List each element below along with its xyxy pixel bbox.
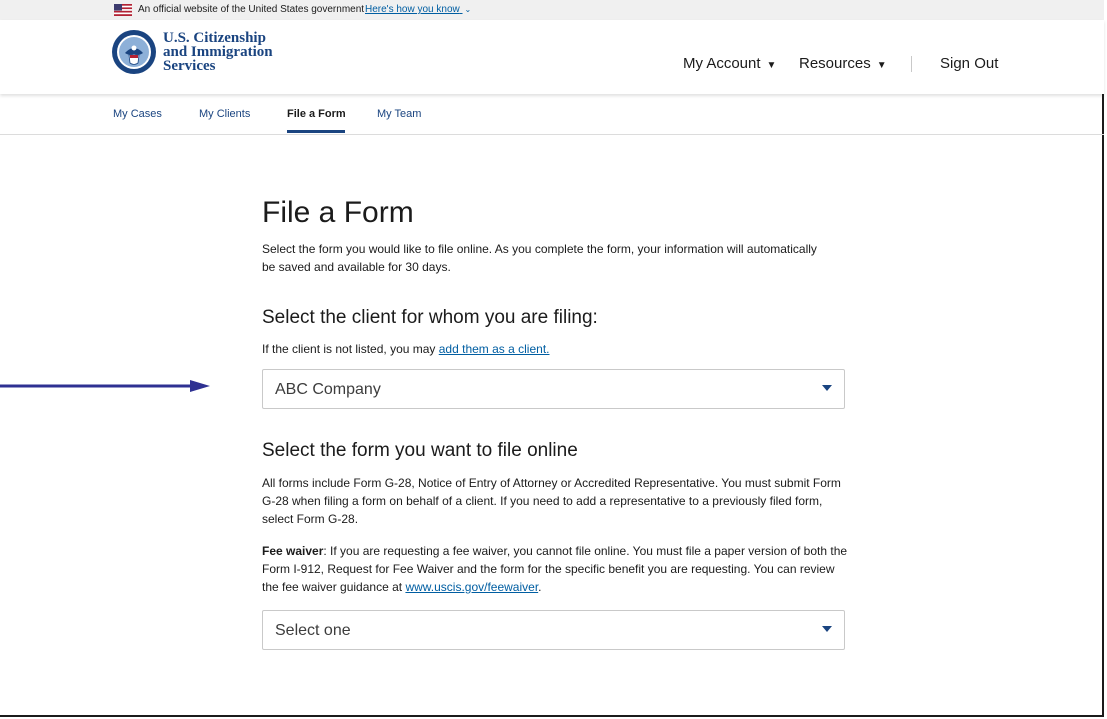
agency-name[interactable]: U.S. Citizenship and Immigration Service… [163,30,273,74]
dropdown-caret-icon [822,385,832,391]
tab-my-clients[interactable]: My Clients [199,108,250,120]
gov-banner: An official website of the United States… [0,0,1104,20]
client-select-value: ABC Company [275,381,381,398]
fee-waiver-period: . [538,580,542,594]
how-you-know-link[interactable]: Here's how you know ⌄ [365,0,471,20]
fee-waiver-text: Fee waiver: If you are requesting a fee … [262,542,852,596]
resources-menu[interactable]: Resources ▼ [799,55,887,72]
nav-divider [911,56,912,72]
agency-line-1: U.S. Citizenship [163,30,266,46]
form-select-value: Select one [275,622,351,639]
client-select[interactable]: ABC Company [262,369,845,409]
tab-my-team[interactable]: My Team [377,108,421,120]
client-note: If the client is not listed, you may add… [262,342,549,356]
fee-waiver-body: : If you are requesting a fee waiver, yo… [262,544,848,594]
add-client-link[interactable]: add them as a client. [439,342,550,356]
my-account-menu[interactable]: My Account ▼ [683,55,776,72]
sign-out-link[interactable]: Sign Out [940,55,998,72]
form-select[interactable]: Select one [262,610,845,650]
form-g28-text: All forms include Form G-28, Notice of E… [262,476,841,526]
site-header: U.S. Citizenship and Immigration Service… [0,20,1104,94]
intro-text: Select the form you would like to file o… [262,242,817,274]
fee-waiver-label: Fee waiver [262,544,324,558]
active-tab-indicator [287,130,345,133]
page-title: File a Form [262,196,414,229]
agency-line-2: and Immigration [163,44,273,60]
form-heading: Select the form you want to file online [262,440,578,461]
tab-file-a-form[interactable]: File a Form [287,108,346,120]
fee-waiver-link[interactable]: www.uscis.gov/feewaiver [405,580,538,594]
agency-line-3: Services [163,58,216,74]
dropdown-caret-icon [822,626,832,632]
us-flag-icon [114,4,132,16]
caret-down-icon: ▼ [766,60,777,71]
resources-label: Resources [799,55,871,72]
official-site-text: An official website of the United States… [138,4,365,15]
how-you-know-label: Here's how you know [365,4,460,15]
sub-navigation: My Cases My Clients File a Form My Team [0,94,1104,135]
chevron-down-icon: ⌄ [464,5,472,14]
caret-down-icon: ▼ [876,60,887,71]
tab-my-cases[interactable]: My Cases [113,108,162,120]
dhs-seal-icon[interactable] [111,29,157,75]
my-account-label: My Account [683,55,761,72]
pointer-arrow [0,380,210,392]
client-heading: Select the client for whom you are filin… [262,307,598,328]
client-note-text: If the client is not listed, you may [262,342,439,356]
